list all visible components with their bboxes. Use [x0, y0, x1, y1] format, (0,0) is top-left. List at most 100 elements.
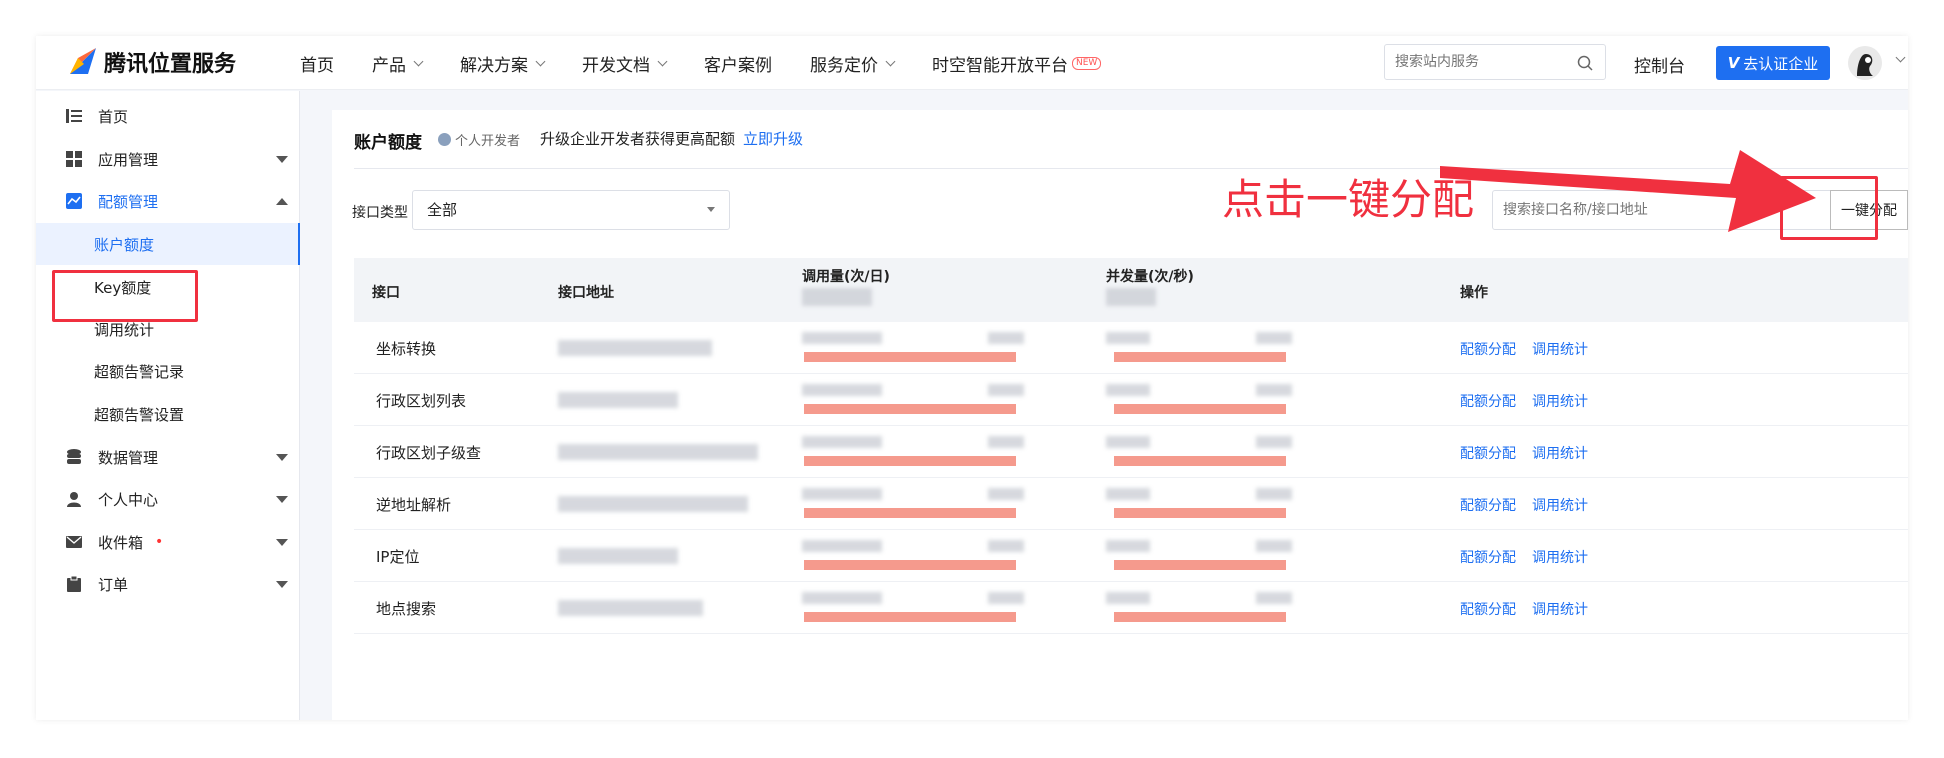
upgrade-hint: 升级企业开发者获得更高配额: [540, 130, 736, 148]
nav-item-4[interactable]: 客户案例: [704, 51, 772, 76]
caret-down-icon: [276, 581, 288, 588]
concurrency-bar: [1114, 508, 1286, 518]
usage-bar: [804, 560, 1016, 570]
redacted-value: [988, 436, 1024, 448]
call-stats-link[interactable]: 调用统计: [1532, 443, 1588, 463]
developer-tag: 个人开发者: [438, 130, 520, 149]
nav-item-6[interactable]: 时空智能开放平台 NEW: [932, 51, 1102, 76]
column-header-calls: 调用量(次/日): [802, 269, 890, 285]
redacted-value: [988, 332, 1024, 344]
caret-down-icon: [276, 496, 288, 503]
sidebar-item-0[interactable]: 首页: [36, 95, 300, 137]
redacted-address: [558, 444, 758, 460]
call-stats-link[interactable]: 调用统计: [1532, 339, 1588, 359]
quota-allocate-link[interactable]: 配额分配: [1460, 391, 1516, 411]
caret-down-icon: [276, 454, 288, 461]
interface-type-value: 全部: [427, 201, 458, 219]
sidebar-item-9[interactable]: 个人中心: [36, 478, 300, 520]
sidebar-item-6[interactable]: 超额告警记录: [36, 350, 300, 392]
interface-type-select[interactable]: 全部: [412, 190, 730, 230]
verify-enterprise-button[interactable]: V 去认证企业: [1716, 46, 1830, 80]
nav-item-label: 客户案例: [704, 55, 772, 76]
site-search[interactable]: [1384, 44, 1606, 80]
nav-item-1[interactable]: 产品: [372, 51, 424, 76]
call-stats-link[interactable]: 调用统计: [1532, 495, 1588, 515]
redacted-value: [1256, 436, 1292, 448]
quota-allocate-link[interactable]: 配额分配: [1460, 495, 1516, 515]
sidebar-item-2[interactable]: 配额管理: [36, 180, 300, 222]
nav-item-label: 产品: [372, 55, 406, 76]
redacted-address: [558, 548, 678, 564]
redacted-value: [1106, 592, 1150, 604]
redacted-value: [988, 488, 1024, 500]
interface-name: 坐标转换: [376, 340, 437, 358]
nav-item-5[interactable]: 服务定价: [810, 51, 896, 76]
sidebar-item-3[interactable]: 账户额度: [36, 223, 300, 265]
redacted-address: [558, 392, 678, 408]
nav-item-0[interactable]: 首页: [300, 51, 334, 76]
redacted-address: [558, 496, 748, 512]
mail-icon: [66, 534, 82, 550]
sidebar-item-label: 首页: [98, 107, 129, 126]
search-icon[interactable]: [1577, 55, 1593, 75]
sidebar-item-8[interactable]: 数据管理: [36, 436, 300, 478]
site-search-input[interactable]: [1395, 45, 1565, 79]
redacted-value: [1256, 488, 1292, 500]
nav-item-2[interactable]: 解决方案: [460, 51, 546, 76]
redacted-value: [1106, 488, 1150, 500]
caret-down-icon: [707, 207, 715, 212]
sidebar-item-label: 个人中心: [98, 490, 159, 509]
quota-allocate-link[interactable]: 配额分配: [1460, 443, 1516, 463]
sidebar-item-7[interactable]: 超额告警设置: [36, 393, 300, 435]
new-badge: NEW: [1072, 56, 1102, 70]
caret-down-icon: [276, 539, 288, 546]
redacted-address: [558, 600, 703, 616]
sidebar-item-10[interactable]: 收件箱 •: [36, 521, 300, 563]
sidebar-item-label: 配额管理: [98, 192, 159, 211]
redacted-value: [988, 540, 1024, 552]
upgrade-link[interactable]: 立即升级: [743, 128, 803, 149]
redacted-value: [1256, 384, 1292, 396]
quota-allocate-link[interactable]: 配额分配: [1460, 339, 1516, 359]
unread-dot: •: [155, 534, 164, 550]
verify-mark: V: [1727, 54, 1740, 72]
concurrency-bar: [1114, 404, 1286, 414]
caret-down-icon: [276, 156, 288, 163]
logo-icon: [66, 44, 100, 80]
interface-name: 行政区划子级查: [376, 444, 482, 462]
console-link[interactable]: 控制台: [1634, 52, 1685, 77]
nav-item-label: 开发文档: [582, 55, 650, 76]
redacted-value: [802, 332, 882, 344]
call-stats-link[interactable]: 调用统计: [1532, 599, 1588, 619]
avatar[interactable]: [1848, 46, 1882, 80]
interface-name: 逆地址解析: [376, 496, 452, 514]
chevron-down-icon: [413, 56, 424, 66]
page-title: 账户额度: [354, 133, 422, 153]
chevron-down-icon: [535, 56, 546, 66]
sidebar-item-11[interactable]: 订单: [36, 563, 300, 605]
redacted-value: [1106, 436, 1150, 448]
chart-icon: [66, 193, 82, 209]
usage-bar: [804, 456, 1016, 466]
sidebar-item-label: 应用管理: [98, 150, 159, 169]
annotation-text: 点击一键分配: [1222, 175, 1475, 224]
table-row: 行政区划列表 配额分配 调用统计: [354, 374, 1908, 426]
redacted-value: [988, 384, 1024, 396]
table-row: IP定位 配额分配 调用统计: [354, 530, 1908, 582]
user-badge-icon: [438, 133, 451, 146]
quota-allocate-link[interactable]: 配额分配: [1460, 599, 1516, 619]
grid-icon: [66, 151, 82, 167]
usage-bar: [804, 404, 1016, 414]
call-stats-link[interactable]: 调用统计: [1532, 391, 1588, 411]
column-header-interface: 接口: [372, 285, 400, 301]
chevron-down-icon[interactable]: [1895, 52, 1906, 63]
sidebar-item-1[interactable]: 应用管理: [36, 138, 300, 180]
concurrency-bar: [1114, 612, 1286, 622]
nav-item-3[interactable]: 开发文档: [582, 51, 668, 76]
column-header-address: 接口地址: [558, 285, 614, 301]
usage-bar: [804, 612, 1016, 622]
brand-logo[interactable]: 腾讯位置服务: [66, 44, 236, 80]
redacted-value: [802, 288, 872, 306]
quota-allocate-link[interactable]: 配额分配: [1460, 547, 1516, 567]
call-stats-link[interactable]: 调用统计: [1532, 547, 1588, 567]
